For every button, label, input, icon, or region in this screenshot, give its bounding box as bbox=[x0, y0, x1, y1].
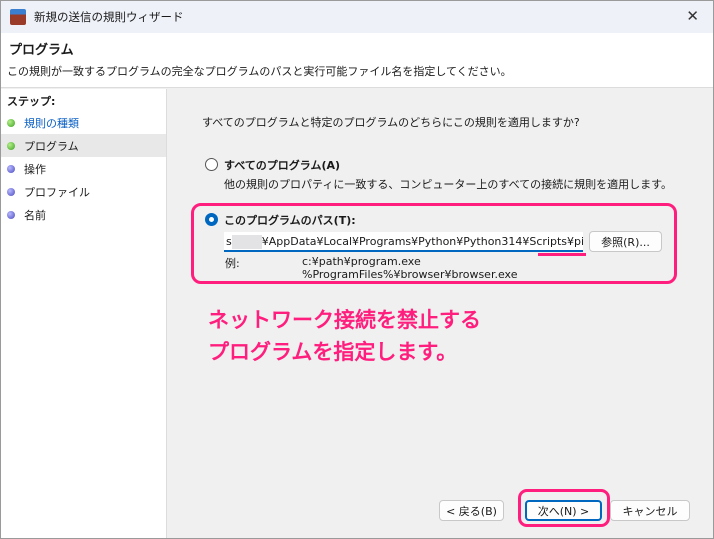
title-bar: 新規の送信の規則ウィザード ✕ bbox=[1, 1, 713, 33]
redacted-mask bbox=[231, 235, 262, 249]
radio-label[interactable]: このプログラムのパス(T): bbox=[224, 212, 356, 228]
examples: c:¥path¥program.exe %ProgramFiles%¥browse… bbox=[302, 255, 517, 281]
steps-heading: ステップ: bbox=[7, 95, 56, 108]
page-title: プログラム bbox=[9, 43, 74, 58]
steps-panel: ステップ: 規則の種類 プログラム 操作 プロファイル 名前 bbox=[1, 89, 167, 538]
example-item: %ProgramFiles%¥browser¥browser.exe bbox=[302, 268, 518, 281]
radio-button[interactable] bbox=[205, 213, 218, 226]
browse-button[interactable]: 参照(R)... bbox=[589, 231, 662, 252]
back-button[interactable]: < 戻る(B) bbox=[439, 500, 504, 521]
step-done-icon bbox=[7, 141, 15, 150]
step-profile: プロファイル bbox=[1, 180, 166, 203]
step-rule-type[interactable]: 規則の種類 bbox=[1, 111, 166, 134]
step-name: 名前 bbox=[1, 203, 166, 226]
program-path-input[interactable]: s ¥AppData¥Local¥Programs¥Python¥Python31… bbox=[224, 232, 583, 252]
step-action: 操作 bbox=[1, 157, 166, 180]
question-text: すべてのプログラムと特定のプログラムのどちらにこの規則を適用しますか? bbox=[202, 116, 580, 129]
example-label: 例: bbox=[225, 257, 240, 270]
step-pending-icon bbox=[7, 187, 15, 196]
path-value: ¥AppData¥Local¥Programs¥Python¥Python314… bbox=[261, 235, 583, 248]
all-programs-description: 他の規則のプロパティに一致する、コンピューター上のすべての接続に規則を適用します… bbox=[224, 178, 673, 191]
step-done-icon bbox=[7, 118, 15, 127]
step-label: プログラム bbox=[24, 139, 79, 153]
step-program: プログラム bbox=[1, 134, 166, 157]
annotation-text: ネットワーク接続を禁止する プログラムを指定します。 bbox=[208, 304, 481, 368]
page-description: この規則が一致するプログラムの完全なプログラムのパスと実行可能ファイル名を指定し… bbox=[7, 65, 512, 78]
step-label[interactable]: 規則の種類 bbox=[24, 115, 79, 131]
window-title: 新規の送信の規則ウィザード bbox=[34, 10, 184, 24]
next-button[interactable]: 次へ(N) > bbox=[525, 500, 602, 521]
close-button[interactable]: ✕ bbox=[686, 7, 699, 25]
cancel-button[interactable]: キャンセル bbox=[610, 500, 690, 521]
example-item: c:¥path¥program.exe bbox=[302, 255, 421, 268]
step-pending-icon bbox=[7, 210, 15, 219]
firewall-icon bbox=[10, 9, 26, 25]
highlight-underline bbox=[538, 253, 586, 256]
annotation-line: ネットワーク接続を禁止する bbox=[208, 308, 481, 332]
annotation-line: プログラムを指定します。 bbox=[208, 340, 458, 364]
header: プログラム この規則が一致するプログラムの完全なプログラムのパスと実行可能ファイ… bbox=[1, 33, 713, 88]
radio-button[interactable] bbox=[205, 158, 218, 171]
step-label: 名前 bbox=[24, 208, 46, 222]
step-label: プロファイル bbox=[24, 185, 90, 199]
step-label: 操作 bbox=[24, 162, 46, 176]
radio-label[interactable]: すべてのプログラム(A) bbox=[224, 157, 340, 173]
main-panel: すべてのプログラムと特定のプログラムのどちらにこの規則を適用しますか? すべての… bbox=[168, 89, 713, 538]
wizard-window: 新規の送信の規則ウィザード ✕ プログラム この規則が一致するプログラムの完全な… bbox=[0, 0, 714, 539]
step-pending-icon bbox=[7, 164, 15, 173]
